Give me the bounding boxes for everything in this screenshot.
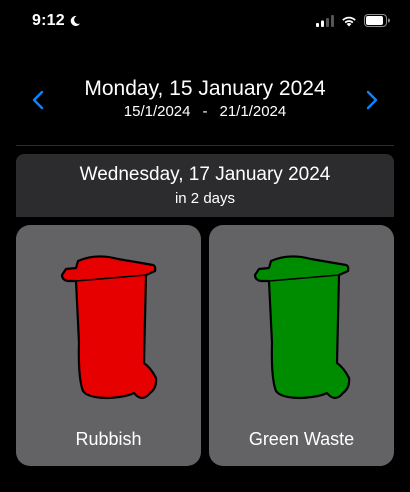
wheelie-bin-icon: [60, 255, 158, 400]
bin-card-rubbish[interactable]: Rubbish: [16, 225, 201, 466]
bin-card-green-waste[interactable]: Green Waste: [209, 225, 394, 466]
chevron-right-icon: [366, 90, 378, 110]
bottom-edge: [0, 472, 410, 492]
status-bar: 9:12: [0, 0, 410, 44]
wheelie-bin-icon: [253, 255, 351, 400]
wifi-icon: [342, 16, 356, 26]
week-range-separator: -: [202, 103, 208, 120]
status-time-group: 9:12: [32, 12, 81, 30]
week-title: Monday, 15 January 2024: [84, 77, 326, 100]
moon-icon: [70, 15, 80, 26]
status-time: 9:12: [32, 12, 65, 29]
week-range-start: 15/1/2024: [123, 103, 191, 120]
bin-label: Green Waste: [248, 429, 355, 449]
bin-label: Rubbish: [75, 429, 142, 449]
collection-header: Wednesday, 17 January 2024 in 2 days: [16, 154, 394, 217]
battery-icon: [364, 14, 390, 27]
next-week-button[interactable]: [360, 86, 384, 114]
status-icons: [316, 14, 390, 27]
week-navigator: Monday, 15 January 2024 15/1/2024-21/1/2…: [0, 72, 410, 132]
week-range: 15/1/2024-21/1/2024: [0, 103, 410, 120]
divider: [16, 145, 394, 146]
week-range-end: 21/1/2024: [219, 103, 287, 120]
cellular-signal-icon: [316, 14, 334, 27]
collection-date: Wednesday, 17 January 2024: [79, 164, 331, 185]
collection-relative-time: in 2 days: [174, 190, 236, 207]
